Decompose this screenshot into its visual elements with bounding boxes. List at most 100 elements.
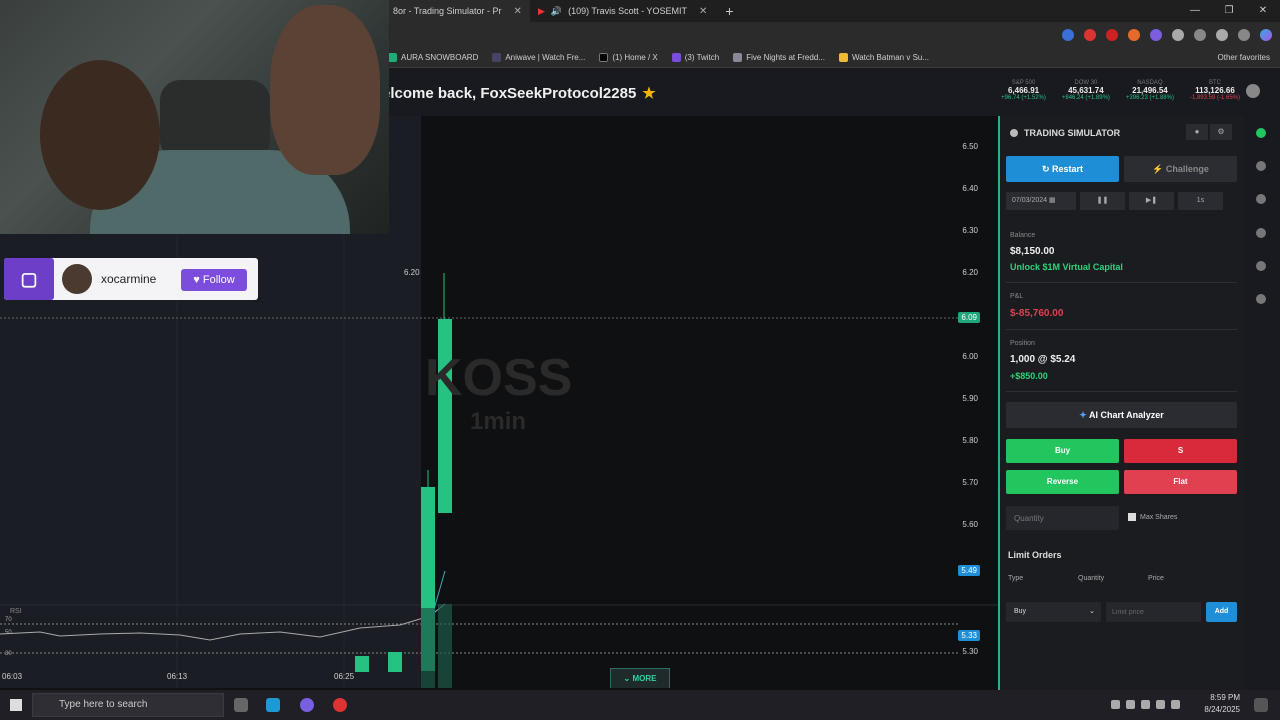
tab-youtube[interactable]: ▶ 🔊 (109) Travis Scott - YOSEMIT ✕ xyxy=(530,0,715,22)
user-icon[interactable] xyxy=(1246,84,1260,98)
date-value: 07/03/2024 xyxy=(1012,197,1048,204)
ticker-change: +96.74 (+1.52%) xyxy=(1001,95,1046,101)
clock[interactable]: 8:59 PM 8/24/2025 xyxy=(1204,692,1240,716)
arrow-down-icon[interactable] xyxy=(1256,294,1266,304)
webcam-overlay xyxy=(0,0,389,234)
interval-watermark: 1min xyxy=(470,408,527,435)
twitch-icon: ▢ xyxy=(4,258,54,300)
follow-button[interactable]: ♥ Follow xyxy=(181,269,247,291)
close-icon[interactable]: ✕ xyxy=(699,6,707,17)
more-icon[interactable] xyxy=(1238,29,1250,41)
record-button[interactable]: ● xyxy=(1186,124,1208,140)
adblock-icon[interactable] xyxy=(1084,29,1096,41)
extension-icon[interactable] xyxy=(1062,29,1074,41)
sidebar-icon[interactable] xyxy=(1256,228,1266,238)
extension-icon[interactable] xyxy=(1128,29,1140,41)
favorite-item[interactable]: (1) Home / X xyxy=(599,53,658,62)
twitch-username: xocarmine xyxy=(101,272,157,286)
taskbar-search[interactable]: Type here to search xyxy=(32,693,224,717)
restart-button[interactable]: ↻ Restart xyxy=(1006,156,1119,182)
minimize-button[interactable]: — xyxy=(1178,0,1212,22)
maximize-button[interactable]: ❐ xyxy=(1212,0,1246,22)
y-axis-label: 5.90 xyxy=(962,394,978,403)
speed-selector[interactable]: 1s xyxy=(1178,192,1223,210)
welcome-message: elcome back, FoxSeekProtocol2285 ★ xyxy=(382,84,656,102)
flat-button[interactable]: Flat xyxy=(1124,470,1237,494)
network-icon[interactable] xyxy=(1141,700,1150,709)
volume-bar xyxy=(438,604,452,688)
favorite-item[interactable]: Watch Batman v Su... xyxy=(838,53,930,62)
app-icon[interactable] xyxy=(300,698,314,712)
extension-icons xyxy=(1062,22,1272,48)
limit-price-input[interactable] xyxy=(1106,602,1201,622)
sidebar-play-icon[interactable] xyxy=(1256,128,1266,138)
limit-type-select[interactable]: Buy ⌄ xyxy=(1006,602,1101,622)
favorite-item[interactable]: (3) Twitch xyxy=(671,53,719,62)
ai-chart-analyzer-button[interactable]: ✦ AI Chart Analyzer xyxy=(1006,402,1237,428)
quantity-input[interactable] xyxy=(1006,506,1119,530)
webcam-person-hand xyxy=(270,5,380,175)
arrow-up-icon[interactable] xyxy=(1256,261,1266,271)
reverse-button[interactable]: Reverse xyxy=(1006,470,1119,494)
task-view-icon[interactable] xyxy=(234,698,248,712)
right-sidebar xyxy=(1244,116,1280,690)
windows-start-icon[interactable] xyxy=(10,699,22,711)
user-tray-icon[interactable] xyxy=(1111,700,1120,709)
sidebar-icon[interactable] xyxy=(1256,161,1266,171)
max-shares-checkbox[interactable]: Max Shares xyxy=(1128,513,1177,521)
twitch-icon xyxy=(671,53,681,62)
limit-orders-title: Limit Orders xyxy=(1008,550,1062,560)
symbol-watermark: KOSS xyxy=(425,349,573,407)
extensions-icon[interactable] xyxy=(1172,29,1184,41)
sell-button[interactable]: S xyxy=(1124,439,1237,463)
other-favorites[interactable]: Other favorites xyxy=(1218,48,1270,68)
max-shares-label: Max Shares xyxy=(1140,513,1178,521)
close-icon[interactable]: ✕ xyxy=(514,6,522,17)
app-icon[interactable] xyxy=(333,698,347,712)
twitch-extension-icon[interactable] xyxy=(1150,29,1162,41)
challenge-button[interactable]: ⚡ Challenge xyxy=(1124,156,1237,182)
restart-label: Restart xyxy=(1052,164,1084,174)
edge-icon[interactable] xyxy=(266,698,280,712)
favorite-item[interactable]: Five Nights at Fredd... xyxy=(733,53,825,62)
follow-label: Follow xyxy=(202,274,235,286)
trading-panel: TRADING SIMULATOR ● ⚙ ↻ Restart ⚡ Challe… xyxy=(998,116,1244,690)
ticker-sp500: S&P 500 6,466.91 +96.74 (+1.52%) xyxy=(1001,80,1046,101)
date-picker[interactable]: 07/03/2024 ▦ xyxy=(1006,192,1076,210)
taskbar: Type here to search 8:59 PM 8/24/2025 xyxy=(0,690,1280,720)
y-axis-label: 5.80 xyxy=(962,436,978,445)
favorite-label: Watch Batman v Su... xyxy=(851,53,930,62)
favorite-item[interactable]: AURA SNOWBOARD xyxy=(388,53,478,62)
extension-icon[interactable] xyxy=(1106,29,1118,41)
divider xyxy=(1006,329,1237,330)
pause-button[interactable]: ❚❚ xyxy=(1080,192,1125,210)
profile-icon[interactable] xyxy=(1216,29,1228,41)
close-window-button[interactable]: ✕ xyxy=(1246,0,1280,22)
ticker-change: +846.24 (+1.89%) xyxy=(1061,95,1110,101)
wifi-icon[interactable] xyxy=(1156,700,1165,709)
add-limit-order-button[interactable]: Add xyxy=(1206,602,1237,622)
panel-title: TRADING SIMULATOR xyxy=(1010,128,1120,138)
tab-label: 8or - Trading Simulator - Pr xyxy=(393,6,502,16)
search-placeholder: Type here to search xyxy=(59,699,148,710)
settings-button[interactable]: ⚙ xyxy=(1210,124,1232,140)
volume-icon[interactable] xyxy=(1171,700,1180,709)
tab-trading-simulator[interactable]: 8or - Trading Simulator - Pr ✕ xyxy=(385,0,530,22)
rsi-line xyxy=(0,603,446,641)
favorite-item[interactable]: Aniwave | Watch Fre... xyxy=(492,53,585,62)
favorites-icon[interactable] xyxy=(1194,29,1206,41)
tab-label: (109) Travis Scott - YOSEMIT xyxy=(568,6,687,16)
rsi-level-label: 70 xyxy=(5,617,12,623)
webcam-person-head xyxy=(40,60,160,210)
step-forward-button[interactable]: ▶❚ xyxy=(1129,192,1174,210)
clock-time: 8:59 PM xyxy=(1210,693,1240,702)
column-header: Quantity xyxy=(1078,575,1105,582)
chevron-up-icon[interactable] xyxy=(1126,700,1135,709)
new-tab-button[interactable]: + xyxy=(715,3,743,19)
notifications-icon[interactable] xyxy=(1254,698,1268,712)
unlock-capital-link[interactable]: Unlock $1M Virtual Capital xyxy=(1010,262,1123,272)
sidebar-bolt-icon[interactable] xyxy=(1256,194,1266,204)
more-button[interactable]: ⌄ MORE xyxy=(610,668,670,688)
copilot-icon[interactable] xyxy=(1260,29,1272,41)
buy-button[interactable]: Buy xyxy=(1006,439,1119,463)
